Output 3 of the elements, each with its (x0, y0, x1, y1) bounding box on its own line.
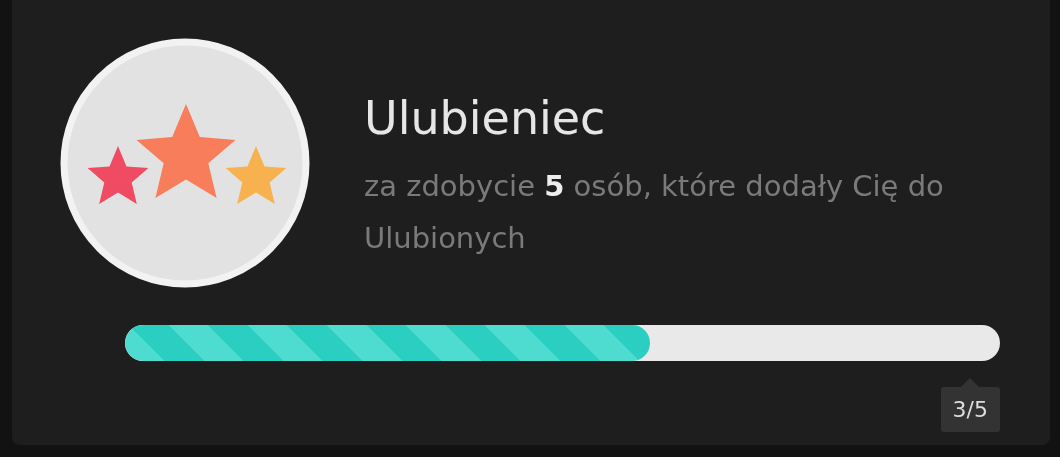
achievement-title: Ulubieniec (364, 90, 607, 147)
achievement-description: za zdobycie 5 osób, które dodały Cię do Ulubionych (364, 168, 945, 257)
progress-tooltip: 3/5 (940, 378, 1000, 432)
